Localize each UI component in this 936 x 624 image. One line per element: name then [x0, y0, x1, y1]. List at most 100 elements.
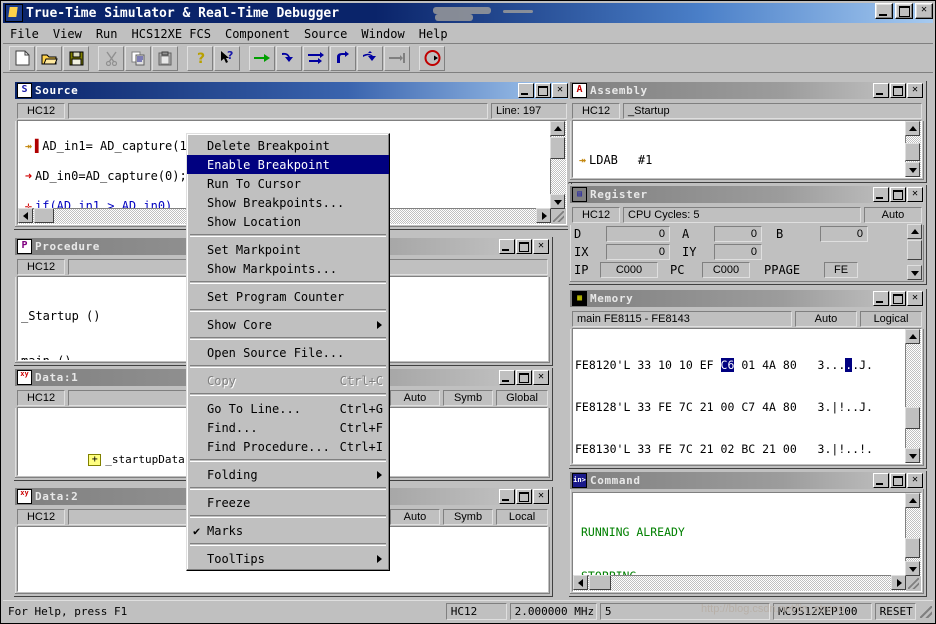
memory-range-field[interactable]: main FE8115 - FE8143: [572, 310, 792, 327]
menu-component[interactable]: Component: [218, 26, 297, 42]
memory-byte[interactable]: FE: [658, 400, 672, 414]
data2-auto-button[interactable]: Auto: [390, 508, 440, 525]
data1-close-button[interactable]: ✕: [533, 370, 549, 385]
memory-row[interactable]: FE8130'L 33 FE 7C 21 02 BC 21 00 3.|!..!…: [575, 442, 921, 456]
memory-byte[interactable]: 4A: [762, 358, 776, 372]
menu-file[interactable]: File: [3, 26, 46, 42]
memory-maximize-button[interactable]: [890, 291, 906, 306]
memory-byte[interactable]: 00: [721, 400, 735, 414]
menu-item-marks[interactable]: ✔ Marks: [187, 521, 389, 540]
menu-item-find-procedure[interactable]: Find Procedure... Ctrl+I: [187, 437, 389, 456]
menu-item-run-to-cursor[interactable]: Run To Cursor: [187, 174, 389, 193]
data1-minimize-button[interactable]: [499, 370, 515, 385]
menu-item-folding[interactable]: Folding: [187, 465, 389, 484]
memory-byte[interactable]: 33: [637, 442, 651, 456]
assembly-minimize-button[interactable]: [873, 83, 889, 98]
memory-byte[interactable]: FE: [658, 442, 672, 456]
step-into-icon[interactable]: [303, 45, 329, 71]
register-vertical-thumb[interactable]: [907, 240, 922, 260]
menu-item-show-breakpoints[interactable]: Show Breakpoints...: [187, 193, 389, 212]
memory-window-titlebar[interactable]: ▦ Memory ✕: [570, 290, 924, 307]
source-vertical-thumb[interactable]: [550, 137, 565, 159]
source-core-field[interactable]: HC12: [17, 102, 65, 119]
memory-logical-button[interactable]: Logical: [860, 310, 922, 327]
source-minimize-button[interactable]: [518, 83, 534, 98]
data1-maximize-button[interactable]: [516, 370, 532, 385]
memory-vertical-scrollbar[interactable]: [905, 329, 921, 463]
register-value-b[interactable]: 0: [820, 226, 868, 242]
register-value-ix[interactable]: 0: [606, 244, 670, 260]
memory-byte[interactable]: 02: [721, 442, 735, 456]
memory-byte[interactable]: 01: [741, 358, 755, 372]
procedure-minimize-button[interactable]: [499, 239, 515, 254]
data2-maximize-button[interactable]: [516, 489, 532, 504]
memory-dump-area[interactable]: FE8120'L 33 10 10 EF C6 01 4A 80 3.....J…: [572, 328, 922, 464]
data1-global-button[interactable]: Global: [496, 389, 548, 406]
memory-byte[interactable]: 21: [762, 442, 776, 456]
assembly-step-icon[interactable]: [357, 45, 383, 71]
copy-icon[interactable]: [125, 45, 151, 71]
menu-item-set-program-counter[interactable]: Set Program Counter: [187, 287, 389, 306]
source-scroll-left-button[interactable]: [18, 208, 33, 223]
expand-plus-icon[interactable]: +: [88, 454, 102, 466]
command-window-titlebar[interactable]: in> Command ✕: [570, 472, 924, 489]
memory-row[interactable]: FE8128'L 33 FE 7C 21 00 C7 4A 80 3.|!..J…: [575, 400, 921, 414]
menu-item-delete-breakpoint[interactable]: Delete Breakpoint: [187, 136, 389, 155]
memory-byte[interactable]: 80: [783, 400, 797, 414]
command-horizontal-thumb[interactable]: [589, 575, 611, 590]
memory-byte[interactable]: 33: [637, 358, 651, 372]
command-scroll-left-button[interactable]: [573, 575, 588, 590]
assembly-line[interactable]: ↠ LDAB #1: [576, 153, 921, 168]
memory-byte[interactable]: 80: [783, 358, 797, 372]
assembly-close-button[interactable]: ✕: [907, 83, 923, 98]
close-button[interactable]: ✕: [915, 3, 933, 19]
memory-byte[interactable]: 10: [658, 358, 672, 372]
memory-close-button[interactable]: ✕: [907, 291, 923, 306]
register-core-field[interactable]: HC12: [572, 206, 620, 223]
source-close-button[interactable]: ✕: [552, 83, 568, 98]
memory-minimize-button[interactable]: [873, 291, 889, 306]
register-scroll-up-button[interactable]: [907, 224, 922, 239]
source-scroll-right-button[interactable]: [536, 208, 551, 223]
status-resize-grip[interactable]: [919, 604, 933, 619]
step-over-icon[interactable]: [276, 45, 302, 71]
command-horizontal-scrollbar[interactable]: [573, 575, 906, 591]
menu-item-show-markpoints[interactable]: Show Markpoints...: [187, 259, 389, 278]
register-maximize-button[interactable]: [890, 187, 906, 202]
memory-byte[interactable]: BC: [741, 442, 755, 456]
memory-scroll-down-button[interactable]: [905, 448, 920, 463]
register-auto-button[interactable]: Auto: [864, 206, 922, 223]
menu-help[interactable]: Help: [412, 26, 455, 42]
data2-local-button[interactable]: Local: [496, 508, 548, 525]
memory-vertical-thumb[interactable]: [905, 407, 920, 429]
source-vertical-scrollbar[interactable]: [550, 121, 566, 209]
data1-symb-button[interactable]: Symb: [443, 389, 493, 406]
register-vertical-scrollbar[interactable]: [907, 224, 922, 280]
memory-byte[interactable]: C7: [741, 400, 755, 414]
memory-row[interactable]: FE8120'L 33 10 10 EF C6 01 4A 80 3.....J…: [575, 358, 921, 372]
paste-icon[interactable]: [152, 45, 178, 71]
memory-byte[interactable]: 21: [700, 400, 714, 414]
menu-item-enable-breakpoint[interactable]: Enable Breakpoint: [187, 155, 389, 174]
source-scroll-up-button[interactable]: [550, 121, 565, 136]
command-scroll-up-button[interactable]: [905, 493, 920, 508]
register-value-a[interactable]: 0: [714, 226, 762, 242]
step-out-icon[interactable]: [330, 45, 356, 71]
source-path-field[interactable]: [68, 102, 488, 119]
command-scroll-right-button[interactable]: [891, 575, 906, 590]
source-scroll-down-button[interactable]: [550, 194, 565, 209]
command-close-button[interactable]: ✕: [907, 473, 923, 488]
memory-byte[interactable]: 7C: [679, 442, 693, 456]
data1-auto-button[interactable]: Auto: [390, 389, 440, 406]
memory-byte[interactable]: 00: [783, 442, 797, 456]
menu-item-open-source-file[interactable]: Open Source File...: [187, 343, 389, 362]
command-resize-grip[interactable]: [906, 576, 921, 591]
memory-byte[interactable]: 33: [637, 400, 651, 414]
maximize-button[interactable]: [895, 3, 913, 19]
assembly-window-titlebar[interactable]: A Assembly ✕: [570, 82, 924, 99]
register-minimize-button[interactable]: [873, 187, 889, 202]
command-minimize-button[interactable]: [873, 473, 889, 488]
menu-item-find[interactable]: Find... Ctrl+F: [187, 418, 389, 437]
data2-minimize-button[interactable]: [499, 489, 515, 504]
cut-scissors-icon[interactable]: [98, 45, 124, 71]
